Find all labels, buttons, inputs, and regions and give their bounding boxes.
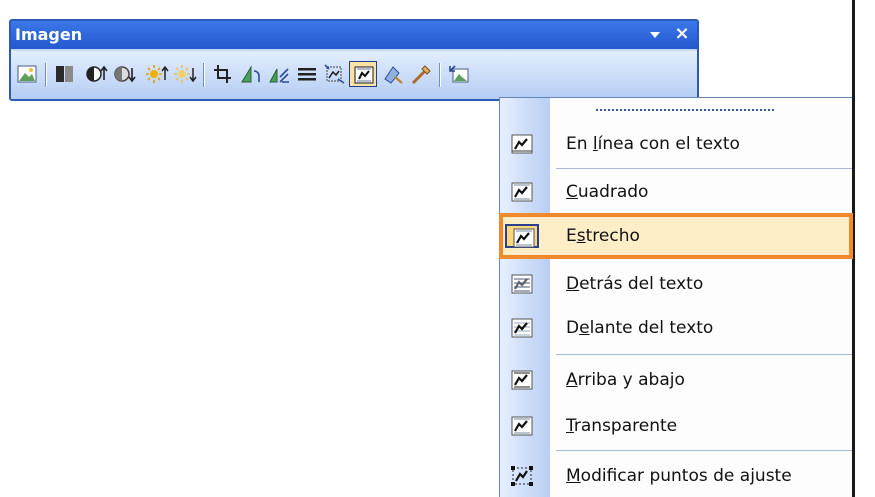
format-object-icon[interactable] bbox=[321, 61, 349, 87]
menu-item-in-front-of-text[interactable]: Delante del texto bbox=[500, 306, 852, 350]
format-picture-icon[interactable] bbox=[379, 61, 407, 87]
menu-item-label: Detrás del texto bbox=[566, 274, 704, 294]
toolbar-titlebar[interactable]: Imagen × bbox=[11, 21, 697, 49]
toolbar-separator bbox=[203, 63, 205, 87]
menu-item-top-and-bottom[interactable]: Arriba y abajo bbox=[500, 358, 852, 402]
toolbar-buttons-row bbox=[11, 51, 697, 99]
text-wrapping-icon[interactable] bbox=[349, 61, 377, 87]
picture-toolbar: Imagen × bbox=[9, 19, 699, 101]
menu-item-tight[interactable]: Estrecho bbox=[499, 213, 853, 259]
toolbar-separator bbox=[45, 63, 47, 87]
color-icon[interactable] bbox=[51, 61, 79, 87]
more-contrast-icon[interactable] bbox=[83, 61, 111, 87]
triangle-down-icon[interactable] bbox=[647, 27, 663, 43]
menu-item-edit-wrap-points[interactable]: Modificar puntos de ajuste bbox=[500, 454, 852, 497]
text-wrapping-menu: En línea con el texto Cuadrado Estrecho … bbox=[499, 97, 853, 497]
menu-separator bbox=[556, 354, 852, 355]
wrap-square-icon bbox=[505, 180, 539, 204]
menu-item-label: Arriba y abajo bbox=[566, 370, 685, 390]
menu-item-behind-text[interactable]: Detrás del texto bbox=[500, 262, 852, 306]
wrap-in-front-icon bbox=[505, 316, 539, 340]
menu-item-label: Delante del texto bbox=[566, 318, 714, 338]
wrap-behind-text-icon bbox=[505, 272, 539, 296]
wrap-top-bottom-icon bbox=[505, 368, 539, 392]
menu-item-label: Modificar puntos de ajuste bbox=[566, 466, 792, 486]
menu-drag-handle[interactable] bbox=[595, 108, 775, 112]
document-edge bbox=[852, 0, 875, 497]
toolbar-separator bbox=[439, 63, 441, 87]
menu-item-label: En línea con el texto bbox=[566, 134, 740, 154]
menu-item-label: Estrecho bbox=[566, 226, 640, 246]
wrap-tight-icon bbox=[505, 224, 539, 248]
menu-item-label: Transparente bbox=[566, 416, 678, 436]
edit-wrap-points-icon bbox=[505, 464, 539, 488]
insert-picture-icon[interactable] bbox=[13, 61, 41, 87]
menu-item-square[interactable]: Cuadrado bbox=[500, 170, 852, 214]
reset-picture-icon[interactable] bbox=[445, 61, 473, 87]
set-transparent-color-icon[interactable] bbox=[407, 61, 435, 87]
close-icon[interactable]: × bbox=[673, 25, 691, 43]
menu-item-through[interactable]: Transparente bbox=[500, 404, 852, 448]
menu-separator bbox=[556, 450, 852, 451]
more-brightness-icon[interactable] bbox=[143, 61, 171, 87]
screen: Imagen × En línea con el texto Cuadrado … bbox=[0, 0, 875, 497]
wrap-through-icon bbox=[505, 414, 539, 438]
rotate-left-icon[interactable] bbox=[237, 61, 265, 87]
toolbar-title: Imagen bbox=[15, 25, 83, 44]
line-style-icon[interactable] bbox=[293, 61, 321, 87]
less-contrast-icon[interactable] bbox=[111, 61, 139, 87]
menu-separator bbox=[556, 168, 852, 169]
compress-pictures-icon[interactable] bbox=[265, 61, 293, 87]
wrap-inline-icon bbox=[505, 132, 539, 156]
menu-item-label: Cuadrado bbox=[566, 182, 649, 202]
menu-item-inline[interactable]: En línea con el texto bbox=[500, 122, 852, 166]
crop-icon[interactable] bbox=[209, 61, 237, 87]
less-brightness-icon[interactable] bbox=[171, 61, 199, 87]
